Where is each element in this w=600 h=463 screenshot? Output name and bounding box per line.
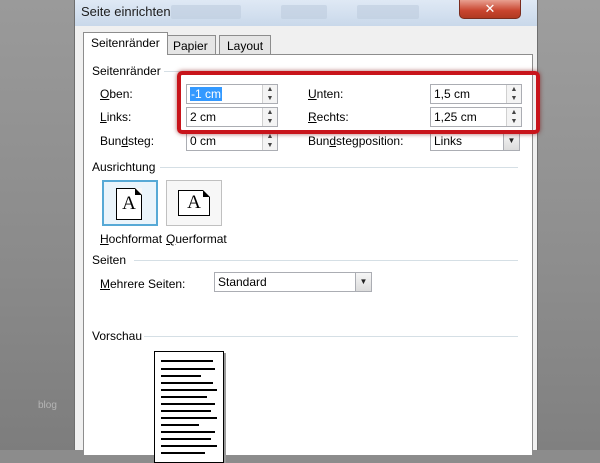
gutter-position-select[interactable]: Links ▼ — [430, 131, 520, 151]
portrait-page-icon: A — [116, 188, 142, 220]
group-divider — [160, 167, 518, 168]
pages-group-label: Seiten — [92, 253, 127, 267]
watermark: blog — [38, 400, 57, 411]
group-divider — [144, 336, 518, 337]
page-setup-dialog: Seite einrichten ✕ Seitenränder Papier L… — [74, 0, 538, 463]
chevron-down-icon[interactable]: ▼ — [503, 132, 519, 150]
multiple-pages-select[interactable]: Standard ▼ — [214, 272, 372, 292]
multiple-pages-label: Mehrere Seiten: — [100, 277, 186, 291]
highlight-annotation — [177, 71, 540, 134]
tab-seitenraender[interactable]: Seitenränder — [83, 32, 168, 55]
background-ribbon-blur — [171, 5, 241, 19]
gutter-value: 0 cm — [190, 134, 217, 148]
background-ribbon-blur — [281, 5, 327, 19]
tab-label: Layout — [227, 39, 264, 53]
spin-down-icon: ▼ — [266, 142, 274, 149]
left-margin-label: Links: — [100, 110, 132, 124]
portrait-label: Hochformat — [100, 232, 163, 246]
close-button[interactable]: ✕ — [459, 0, 521, 19]
margins-group-label: Seitenränder — [92, 64, 161, 78]
portrait-button[interactable]: A — [102, 180, 158, 226]
title-bar[interactable]: Seite einrichten ✕ — [75, 0, 537, 26]
close-icon: ✕ — [484, 1, 496, 16]
background-left — [0, 0, 74, 450]
background-right — [536, 0, 600, 450]
landscape-label: Querformat — [166, 232, 227, 246]
landscape-page-icon: A — [178, 190, 210, 216]
tab-papier[interactable]: Papier — [165, 35, 216, 56]
chevron-down-icon[interactable]: ▼ — [355, 273, 371, 291]
group-divider — [134, 260, 518, 261]
top-margin-label: Oben: — [100, 87, 133, 101]
tab-label: Seitenränder — [91, 36, 160, 50]
landscape-button[interactable]: A — [166, 180, 222, 226]
tab-layout[interactable]: Layout — [219, 35, 272, 56]
orientation-group-label: Ausrichtung — [92, 160, 156, 174]
gutter-position-label: Bundstegposition: — [308, 134, 404, 148]
background-ribbon-blur — [357, 5, 419, 19]
spinner[interactable]: ▲ ▼ — [262, 132, 277, 150]
window-title: Seite einrichten — [81, 4, 171, 19]
gutter-input[interactable]: 0 cm ▲ ▼ — [186, 131, 278, 151]
gutter-label: Bundsteg: — [100, 134, 155, 148]
tab-label: Papier — [173, 39, 208, 53]
preview-group-label: Vorschau — [92, 329, 143, 343]
page-preview — [154, 351, 224, 463]
multiple-pages-value: Standard — [218, 275, 267, 289]
gutter-position-value: Links — [434, 134, 463, 148]
